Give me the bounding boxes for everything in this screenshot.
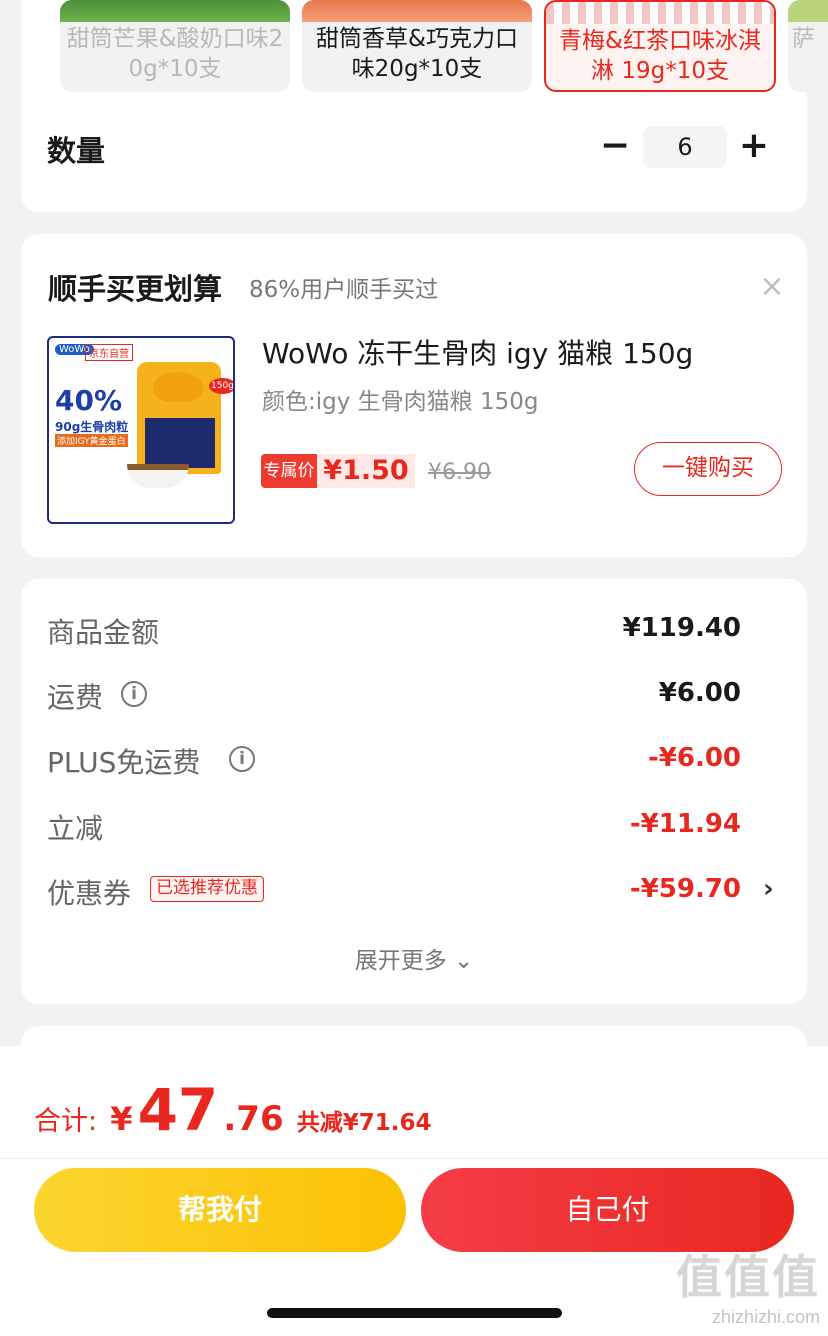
shipping-value: ¥6.00 bbox=[658, 678, 741, 708]
watermark-logo: 值值值 bbox=[676, 1251, 820, 1303]
addon-subtitle: 86%用户顺手买过 bbox=[249, 277, 439, 303]
variant-label: 萨 bbox=[792, 26, 815, 52]
total-saved: 共减¥71.64 bbox=[296, 1110, 432, 1136]
summary-card: 商品金额 ¥119.40 运费 i ¥6.00 PLUS免运费 i -¥6.00… bbox=[21, 579, 807, 1004]
watermark-url: zhizhizhi.com bbox=[711, 1307, 820, 1327]
chevron-right-icon[interactable]: › bbox=[763, 874, 774, 904]
variant-label: 青梅&红茶口味冰淇淋 19g*10支 bbox=[559, 28, 761, 84]
addon-title: 顺手买更划算 bbox=[48, 272, 223, 306]
variant-option[interactable]: 甜筒香草&巧克力口味20g*10支 bbox=[302, 0, 532, 92]
goods-amount-value: ¥119.40 bbox=[622, 613, 741, 643]
total-currency: ¥ bbox=[110, 1100, 133, 1138]
variant-thumbnail bbox=[302, 0, 532, 22]
store-badge: 京东自营 bbox=[85, 344, 133, 361]
home-indicator bbox=[267, 1308, 562, 1318]
total-row: 合计: ¥ 47 .76 共减¥71.64 bbox=[34, 1076, 431, 1144]
variant-thumbnail bbox=[546, 2, 774, 24]
variant-label: 甜筒芒果&酸奶口味20g*10支 bbox=[66, 26, 284, 82]
help-me-pay-button[interactable]: 帮我付 bbox=[34, 1168, 406, 1252]
product-image-line1: 90g生骨肉粒 bbox=[55, 420, 129, 434]
product-image[interactable]: WoWo 京东自营 150g 40% 90g生骨肉粒 添加IGY黄金蛋白 bbox=[47, 336, 235, 524]
variant-option[interactable]: 甜筒芒果&酸奶口味20g*10支 bbox=[60, 0, 290, 92]
product-image-big-text: 40% bbox=[55, 384, 123, 417]
product-image-bowl bbox=[127, 464, 189, 488]
product-price: ¥1.50 bbox=[317, 454, 415, 488]
product-image-bag-label bbox=[145, 418, 215, 468]
variant-thumbnail bbox=[788, 0, 828, 22]
coupon-value[interactable]: -¥59.70 bbox=[630, 874, 741, 904]
total-label: 合计: bbox=[34, 1106, 98, 1137]
product-name[interactable]: WoWo 冻干生骨肉 igy 猫粮 150g bbox=[262, 332, 693, 372]
original-price: ¥6.90 bbox=[428, 460, 491, 485]
exclusive-price-tag: 专属价 bbox=[261, 454, 317, 488]
variant-option-selected[interactable]: 青梅&红茶口味冰淇淋 19g*10支 bbox=[544, 0, 776, 92]
product-image-weight: 150g bbox=[209, 378, 233, 394]
expand-more-button[interactable]: 展开更多 ⌄ bbox=[21, 941, 807, 975]
coupon-label[interactable]: 优惠券 bbox=[47, 872, 131, 912]
total-integer: 47 bbox=[137, 1076, 219, 1144]
quantity-label: 数量 bbox=[47, 134, 106, 168]
info-icon[interactable]: i bbox=[229, 746, 255, 772]
variant-label: 甜筒香草&巧克力口味20g*10支 bbox=[316, 26, 518, 82]
coupon-recommended-badge: 已选推荐优惠 bbox=[150, 876, 264, 902]
addon-card: 顺手买更划算 86%用户顺手买过 × WoWo 京东自营 150g 40% 90… bbox=[21, 234, 807, 557]
plus-free-shipping-value: -¥6.00 bbox=[647, 743, 741, 773]
divider bbox=[0, 1158, 828, 1159]
quantity-decrease-button[interactable]: − bbox=[599, 126, 631, 168]
total-decimal: .76 bbox=[223, 1099, 284, 1139]
shipping-label: 运费 bbox=[47, 681, 104, 714]
close-icon[interactable]: × bbox=[757, 272, 787, 302]
one-click-buy-button[interactable]: 一键购买 bbox=[634, 442, 782, 496]
product-image-line2: 添加IGY黄金蛋白 bbox=[55, 434, 128, 447]
variant-option[interactable]: 萨 bbox=[788, 0, 828, 92]
quantity-increase-button[interactable]: + bbox=[737, 126, 771, 168]
plus-free-shipping-label: PLUS免运费 bbox=[47, 746, 201, 779]
product-spec: 颜色:igy 生骨肉猫粮 150g bbox=[262, 389, 539, 415]
quantity-input[interactable]: 6 bbox=[643, 126, 727, 168]
watermark: 值值值 zhizhizhi.com bbox=[676, 1241, 820, 1328]
variant-thumbnail bbox=[60, 0, 290, 22]
payment-bar: 合计: ¥ 47 .76 共减¥71.64 帮我付 自己付 值值值 zhizhi… bbox=[0, 1046, 828, 1336]
instant-discount-label: 立减 bbox=[47, 812, 104, 845]
sku-card: 甜筒芒果&酸奶口味20g*10支 甜筒香草&巧克力口味20g*10支 青梅&红茶… bbox=[21, 0, 828, 212]
goods-amount-label: 商品金额 bbox=[47, 616, 160, 649]
product-image-cat bbox=[153, 372, 203, 402]
pay-myself-button[interactable]: 自己付 bbox=[421, 1168, 794, 1252]
instant-discount-value: -¥11.94 bbox=[629, 809, 741, 839]
info-icon[interactable]: i bbox=[121, 681, 147, 707]
